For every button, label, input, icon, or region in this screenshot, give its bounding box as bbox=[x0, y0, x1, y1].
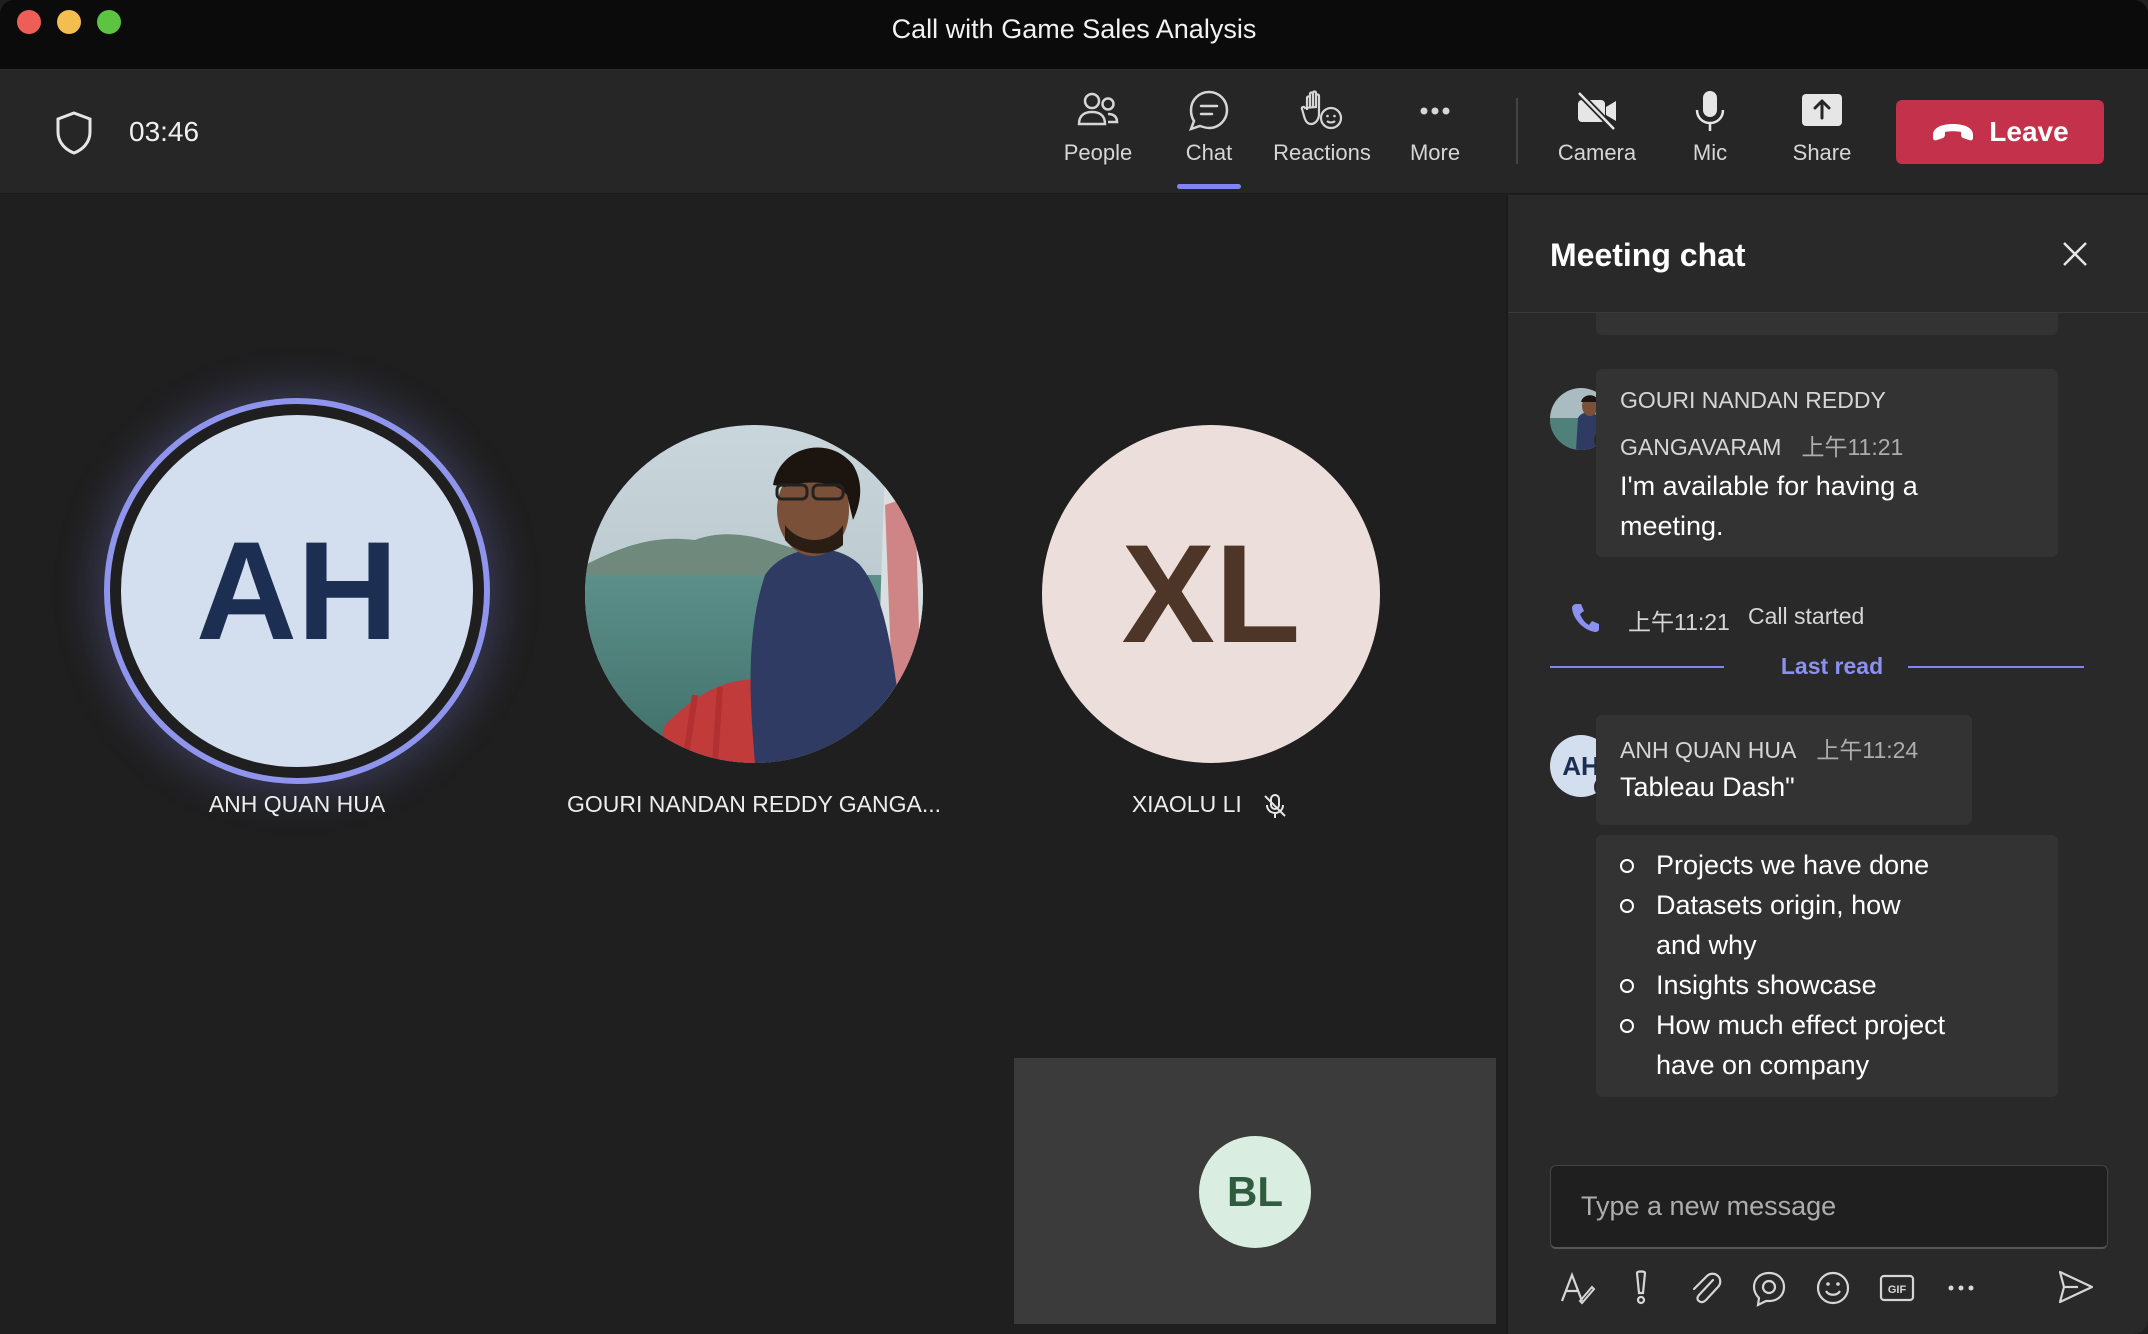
list-item: Insights showcase bbox=[1620, 965, 1950, 1005]
share-label: Share bbox=[1792, 140, 1852, 165]
more-options-icon bbox=[1948, 1285, 1974, 1291]
people-icon bbox=[1077, 92, 1119, 126]
message-time-ah: 上午11:24 bbox=[1816, 737, 1919, 763]
message-sender-line2: GANGAVARAM bbox=[1620, 434, 1782, 460]
mic-off-icon bbox=[1264, 793, 1286, 818]
loop-button[interactable] bbox=[1750, 1269, 1788, 1307]
reactions-label: Reactions bbox=[1273, 140, 1371, 165]
hang-up-icon bbox=[1933, 124, 1974, 141]
participant-avatar-xl[interactable]: XL bbox=[1042, 425, 1380, 763]
list-item: How much effect project have on company bbox=[1620, 1005, 1950, 1085]
camera-label: Camera bbox=[1557, 140, 1637, 165]
bullet-list: Projects we have done Datasets origin, h… bbox=[1620, 845, 1950, 1085]
people-label: People bbox=[1063, 140, 1133, 165]
call-timer: 03:46 bbox=[129, 116, 200, 147]
mic-button[interactable]: Mic bbox=[1650, 88, 1770, 184]
window-title: Call with Game Sales Analysis bbox=[891, 14, 1257, 44]
camera-button[interactable]: Camera bbox=[1537, 88, 1657, 184]
list-item: Datasets origin, how and why bbox=[1620, 885, 1950, 965]
call-started-text: Call started bbox=[1748, 603, 1865, 629]
participant-name-ah: ANH QUAN HUA bbox=[208, 791, 386, 817]
message-text-line2: meeting. bbox=[1620, 511, 1724, 541]
chat-label: Chat bbox=[1185, 140, 1233, 165]
loop-icon bbox=[1752, 1271, 1786, 1307]
reactions-button[interactable]: Reactions bbox=[1262, 88, 1382, 184]
leave-button[interactable]: Leave bbox=[1896, 100, 2104, 164]
participant-avatar-photo[interactable] bbox=[585, 425, 923, 763]
last-read-label: Last read bbox=[1780, 653, 1884, 679]
participant-name-gouri: GOURI NANDAN REDDY GANGA... bbox=[566, 791, 942, 817]
emoji-button[interactable] bbox=[1814, 1269, 1852, 1307]
message-text-line1: I'm available for having a bbox=[1620, 471, 1918, 501]
title-bar: Call with Game Sales Analysis bbox=[0, 0, 2148, 70]
chat-button[interactable]: Chat bbox=[1149, 88, 1269, 184]
share-icon bbox=[1802, 94, 1842, 126]
attach-icon bbox=[1692, 1272, 1722, 1304]
format-button[interactable] bbox=[1558, 1269, 1596, 1307]
last-read-line-left bbox=[1550, 666, 1724, 668]
chat-header: Meeting chat bbox=[1508, 195, 2148, 313]
self-avatar-bl: BL bbox=[1199, 1136, 1311, 1248]
send-icon bbox=[2058, 1270, 2094, 1304]
participant-avatar-ah[interactable]: AH bbox=[115, 409, 479, 773]
attach-button[interactable] bbox=[1686, 1269, 1724, 1307]
format-icon bbox=[1560, 1271, 1596, 1305]
people-button[interactable]: People bbox=[1038, 88, 1158, 184]
chat-message-gouri[interactable]: GOURI NANDAN REDDY GANGAVARAM 上午11:21 I'm… bbox=[1596, 369, 2058, 557]
message-sender-line2-row: GANGAVARAM 上午11:21 bbox=[1620, 428, 2034, 462]
previous-message-bubble bbox=[1596, 313, 2058, 335]
send-button[interactable] bbox=[2056, 1267, 2096, 1307]
mic-icon bbox=[1695, 91, 1725, 131]
chat-icon bbox=[1188, 90, 1229, 132]
participant-name-row-xl: XIAOLU LI bbox=[1040, 791, 1380, 819]
shield-icon[interactable] bbox=[54, 110, 94, 156]
close-icon[interactable] bbox=[2058, 237, 2092, 271]
phone-icon bbox=[1572, 604, 1599, 632]
video-stage: AH ANH QUAN HUA GOURI NANDAN REDDY GANGA… bbox=[0, 195, 1506, 1334]
profile-photo bbox=[585, 425, 923, 763]
meeting-chat-panel: Meeting chat GOURI NANDAN REDDY GANGAVAR… bbox=[1506, 195, 2148, 1334]
important-button[interactable] bbox=[1622, 1269, 1660, 1307]
mic-label: Mic bbox=[1692, 140, 1728, 165]
call-toolbar: 03:46 People Chat Reactions More Camera … bbox=[0, 70, 2148, 194]
call-started-time: 上午11:21 bbox=[1628, 609, 1730, 635]
more-options-button[interactable] bbox=[1942, 1269, 1980, 1307]
more-button[interactable]: More bbox=[1375, 88, 1495, 184]
leave-label: Leave bbox=[1989, 116, 2069, 147]
reactions-icon bbox=[1300, 90, 1343, 130]
list-item: Projects we have done bbox=[1620, 845, 1950, 885]
gif-icon: GIF bbox=[1879, 1274, 1915, 1302]
message-text-ah: Tableau Dash" bbox=[1620, 772, 1795, 802]
chat-title: Meeting chat bbox=[1550, 237, 1746, 273]
message-time: 上午11:21 bbox=[1801, 434, 1904, 460]
more-icon bbox=[1420, 107, 1450, 115]
chat-message-ah[interactable]: ANH QUAN HUA 上午11:24 Tableau Dash" bbox=[1596, 715, 1972, 825]
chat-active-indicator bbox=[1177, 184, 1241, 189]
more-label: More bbox=[1409, 140, 1461, 165]
message-input[interactable] bbox=[1550, 1165, 2108, 1249]
last-read-line-right bbox=[1908, 666, 2084, 668]
message-header-row: ANH QUAN HUA 上午11:24 bbox=[1620, 731, 1948, 765]
toolbar-divider bbox=[1516, 98, 1518, 164]
teams-call-window: Call with Game Sales Analysis 03:46 Peop… bbox=[0, 0, 2148, 1334]
self-view-tile[interactable]: BL bbox=[1014, 1058, 1496, 1324]
composer-toolbar: GIF bbox=[1550, 1265, 2110, 1313]
gif-button[interactable]: GIF bbox=[1878, 1269, 1916, 1307]
call-started-event: 上午11:21 Call started bbox=[1508, 597, 2148, 637]
important-icon bbox=[1635, 1270, 1647, 1305]
share-button[interactable]: Share bbox=[1762, 88, 1882, 184]
svg-text:GIF: GIF bbox=[1888, 1284, 1907, 1296]
participant-name-xl: XIAOLU LI bbox=[1131, 791, 1242, 817]
emoji-icon bbox=[1816, 1271, 1850, 1305]
camera-off-icon bbox=[1576, 90, 1617, 132]
message-sender-ah: ANH QUAN HUA bbox=[1620, 737, 1797, 763]
message-sender-line1: GOURI NANDAN REDDY bbox=[1620, 387, 1886, 413]
